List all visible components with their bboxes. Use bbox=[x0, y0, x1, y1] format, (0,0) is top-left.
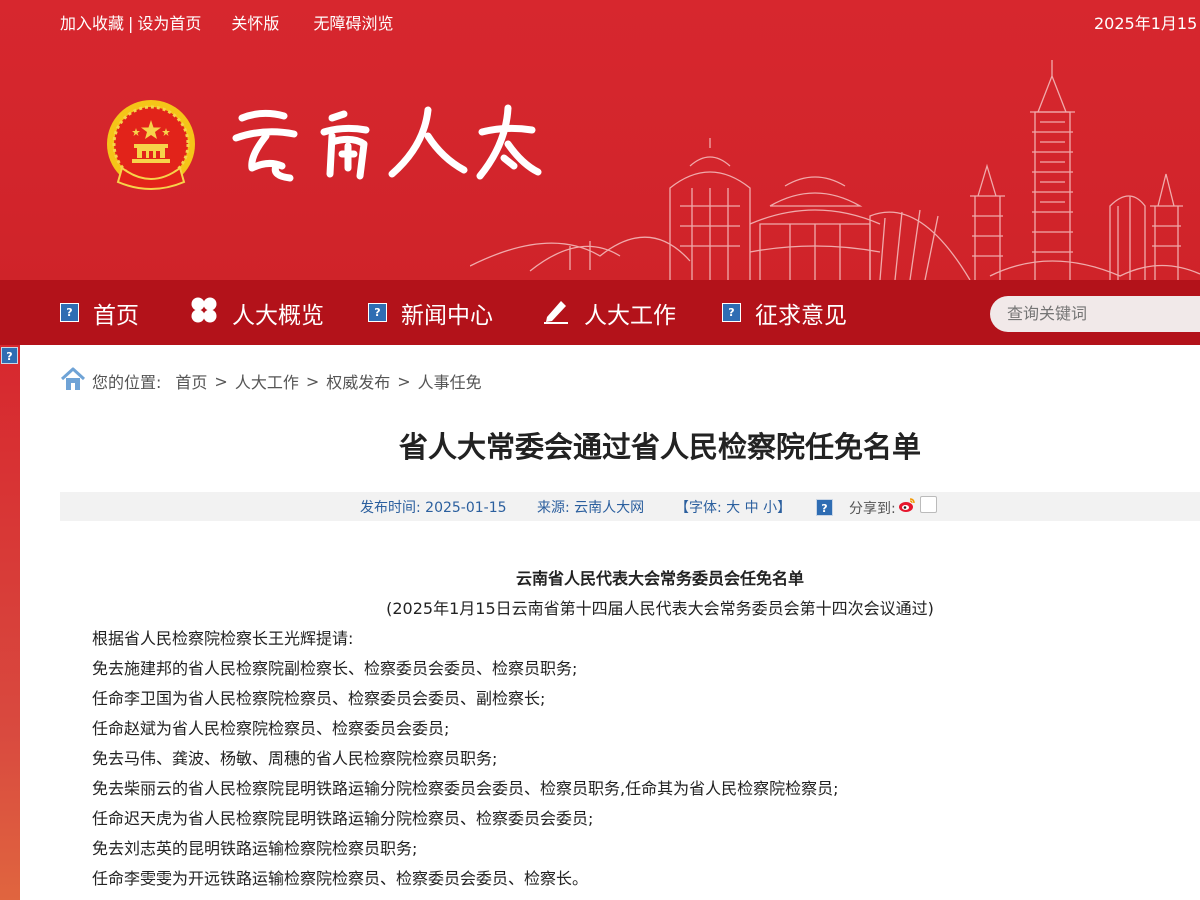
current-date: 2025年1月15日 bbox=[1094, 14, 1200, 33]
breadcrumb-official-release[interactable]: 权威发布 bbox=[326, 369, 390, 393]
nav-item-overview[interactable]: 人大概览 bbox=[190, 280, 324, 345]
nav-item-label: 人大工作 bbox=[584, 302, 676, 329]
content-paragraph: 任命迟天虎为省人民检察院昆明铁路运输分院检察员、检察委员会委员; bbox=[92, 809, 594, 828]
search-box[interactable] bbox=[990, 296, 1200, 332]
help-icon: ? bbox=[722, 303, 741, 322]
content-paragraph: 免去马伟、龚波、杨敏、周穗的省人民检察院检察员职务; bbox=[92, 749, 498, 768]
breadcrumb-separator: > bbox=[214, 371, 228, 391]
content-subtitle: (2025年1月15日云南省第十四届人民代表大会常务委员会第十四次会议通过) bbox=[386, 599, 934, 618]
content-paragraph: 免去刘志英的昆明铁路运输检察院检察员职务; bbox=[92, 839, 418, 858]
care-version-link[interactable]: 关怀版 bbox=[231, 10, 279, 34]
share-label: 分享到: bbox=[849, 501, 896, 517]
city-skyline-illustration bbox=[470, 60, 1200, 280]
nav-item-home[interactable]: ? 首页 bbox=[60, 280, 139, 345]
left-decor-strip: ? bbox=[0, 345, 20, 900]
breadcrumb-separator: > bbox=[397, 371, 411, 391]
content-paragraph: 任命赵斌为省人民检察院检察员、检察委员会委员; bbox=[92, 719, 450, 738]
search-input[interactable] bbox=[1005, 303, 1200, 324]
nav-item-label: 新闻中心 bbox=[401, 302, 493, 329]
national-emblem-icon bbox=[107, 100, 195, 190]
top-links-separator: | bbox=[128, 14, 134, 33]
nav-item-npc-work[interactable]: 人大工作 bbox=[542, 280, 676, 345]
top-links: 加入收藏 | 设为首页 关怀版 无障碍浏览 bbox=[60, 10, 393, 34]
breadcrumb-npc-work[interactable]: 人大工作 bbox=[235, 369, 299, 393]
article-meta-bar: 发布时间: 2025-01-15 来源: 云南人大网 【字体: 大 中 小】 ?… bbox=[60, 492, 1200, 521]
nav-item-feedback[interactable]: ? 征求意见 bbox=[722, 280, 847, 345]
article-source: 来源: 云南人大网 bbox=[537, 500, 645, 516]
pencil-icon bbox=[542, 296, 570, 330]
content-paragraph: 任命李雯雯为开远铁路运输检察院检察员、检察委员会委员、检察长。 bbox=[92, 869, 589, 888]
share-more-button[interactable] bbox=[920, 496, 937, 513]
article-title: 省人大常委会通过省人民检察院任免名单 bbox=[398, 430, 921, 464]
help-icon[interactable]: ? bbox=[816, 499, 833, 516]
breadcrumb-label: 您的位置: bbox=[92, 373, 162, 392]
font-size-small[interactable]: 小 bbox=[763, 500, 777, 516]
publish-time: 发布时间: 2025-01-15 bbox=[360, 500, 507, 516]
font-size-control: 【字体: 大 中 小】 bbox=[675, 497, 791, 517]
nav-item-label: 征求意见 bbox=[755, 302, 847, 329]
content-title: 云南省人民代表大会常务委员会任免名单 bbox=[515, 569, 804, 588]
header-banner: 加入收藏|设为首页 关怀版 无障碍浏览 2025年1月15日 bbox=[0, 0, 1200, 280]
content-paragraph: 免去施建邦的省人民检察院副检察长、检察委员会委员、检察员职务; bbox=[92, 659, 578, 678]
font-size-medium[interactable]: 中 bbox=[745, 500, 759, 516]
home-icon bbox=[60, 366, 86, 396]
set-homepage-link[interactable]: 设为首页 bbox=[137, 10, 201, 34]
content-paragraph: 根据省人民检察院检察长王光辉提请: bbox=[92, 629, 354, 648]
breadcrumb-appointments[interactable]: 人事任免 bbox=[418, 369, 482, 393]
breadcrumb-home[interactable]: 首页 bbox=[175, 369, 207, 393]
help-icon: ? bbox=[368, 303, 387, 322]
help-icon[interactable]: ? bbox=[1, 347, 18, 364]
weibo-icon[interactable] bbox=[898, 497, 916, 513]
clover-icon bbox=[190, 296, 218, 330]
breadcrumb: 您的位置: 首页 > 人大工作 > 权威发布 > 人事任免 bbox=[60, 366, 482, 396]
nav-item-label: 人大概览 bbox=[232, 302, 324, 329]
add-favorite-link[interactable]: 加入收藏 bbox=[60, 10, 124, 34]
content-paragraph: 任命李卫国为省人民检察院检察员、检察委员会委员、副检察长; bbox=[92, 689, 546, 708]
font-size-close: 】 bbox=[777, 500, 792, 516]
nav-item-news[interactable]: ? 新闻中心 bbox=[368, 280, 493, 345]
accessibility-link[interactable]: 无障碍浏览 bbox=[313, 10, 393, 34]
help-icon: ? bbox=[60, 303, 79, 322]
font-size-label: 【字体: bbox=[675, 500, 722, 516]
content-paragraph: 免去柴丽云的省人民检察院昆明铁路运输分院检察委员会委员、检察员职务,任命其为省人… bbox=[92, 779, 839, 798]
nav-item-label: 首页 bbox=[93, 302, 139, 329]
breadcrumb-separator: > bbox=[305, 371, 320, 391]
font-size-large[interactable]: 大 bbox=[726, 500, 740, 516]
